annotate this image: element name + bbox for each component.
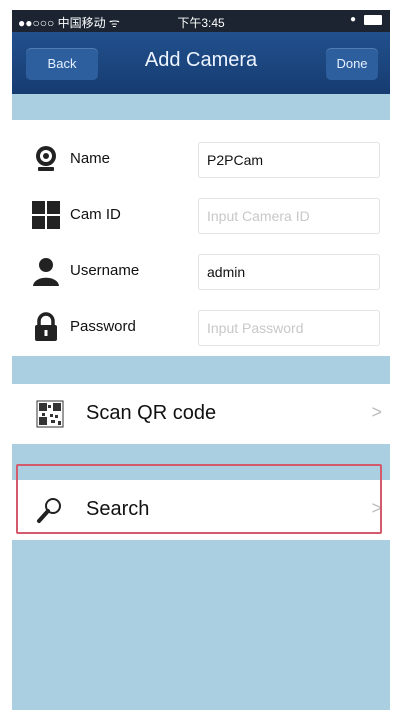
username-field[interactable] — [198, 254, 380, 290]
search-button[interactable]: Search > — [12, 480, 390, 540]
phone-screen: ●●○○○ 中国移动 ᯤ 下午3:45 ● Back Add Camera Do… — [12, 10, 390, 710]
name-label: Name — [70, 150, 111, 167]
cam-id-field[interactable] — [198, 198, 380, 234]
orientation-lock-icon: ● — [349, 14, 356, 25]
chevron-right-icon: > — [371, 402, 382, 422]
scan-qr-code-button[interactable]: Scan QR code > — [12, 384, 390, 444]
done-button[interactable]: Done — [326, 48, 378, 80]
status-bar: ●●○○○ 中国移动 ᯤ 下午3:45 ● — [12, 10, 390, 32]
magnifier-icon — [37, 498, 61, 523]
status-time: 下午3:45 — [177, 16, 225, 30]
name-field[interactable] — [198, 142, 380, 178]
user-icon — [33, 258, 59, 286]
password-field[interactable] — [198, 310, 380, 346]
navigation-bar: Back Add Camera Done — [12, 32, 390, 94]
lock-icon — [35, 312, 57, 341]
camera-form: Name Cam ID Username — [12, 120, 390, 356]
password-label: Password — [70, 318, 136, 335]
scan-qr-code-label: Scan QR code — [86, 402, 217, 424]
search-label: Search — [86, 498, 150, 520]
qr-code-icon — [36, 400, 64, 428]
username-label: Username — [70, 262, 140, 279]
battery-icon — [364, 14, 382, 25]
chevron-right-icon: > — [371, 498, 382, 518]
username-row: Username — [12, 246, 390, 296]
name-row: Name — [12, 134, 390, 184]
cam-id-row: Cam ID — [12, 190, 390, 240]
cam-id-label: Cam ID — [70, 206, 121, 223]
grid-icon — [32, 201, 60, 229]
webcam-icon — [36, 146, 56, 171]
status-right: ● — [350, 14, 382, 25]
password-row: Password — [12, 302, 390, 352]
